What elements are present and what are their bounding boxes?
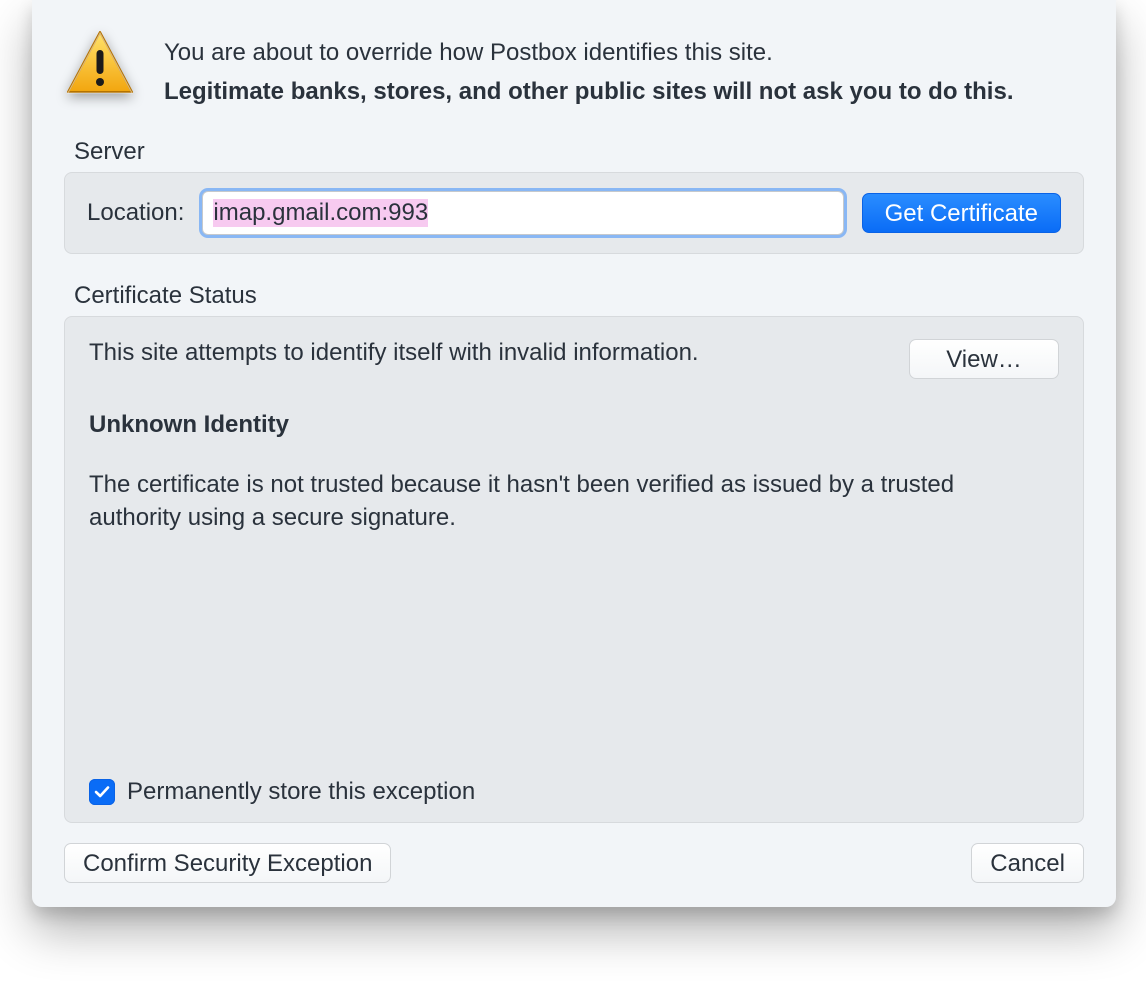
cert-reason-text: The certificate is not trusted because i… [89, 469, 1049, 534]
warning-icon [64, 28, 136, 100]
certificate-status-group: This site attempts to identify itself wi… [64, 316, 1084, 823]
certificate-status-legend: Certificate Status [64, 282, 1084, 316]
server-group: Location: Get Certificate [64, 172, 1084, 254]
security-exception-dialog: You are about to override how Postbox id… [32, 0, 1116, 907]
get-certificate-button[interactable]: Get Certificate [862, 193, 1061, 233]
server-legend: Server [64, 138, 1084, 172]
location-label: Location: [87, 199, 184, 227]
permanent-store-checkbox[interactable] [89, 779, 115, 805]
checkmark-icon [93, 783, 111, 801]
location-input[interactable] [202, 191, 843, 235]
confirm-security-exception-button[interactable]: Confirm Security Exception [64, 843, 391, 883]
view-certificate-button[interactable]: View… [909, 339, 1059, 379]
cert-attempt-text: This site attempts to identify itself wi… [89, 339, 889, 367]
unknown-identity-heading: Unknown Identity [89, 411, 1059, 439]
header-line2: Legitimate banks, stores, and other publ… [164, 73, 1013, 110]
header-line1: You are about to override how Postbox id… [164, 34, 1013, 71]
cancel-button[interactable]: Cancel [971, 843, 1084, 883]
permanent-store-label[interactable]: Permanently store this exception [127, 778, 475, 806]
